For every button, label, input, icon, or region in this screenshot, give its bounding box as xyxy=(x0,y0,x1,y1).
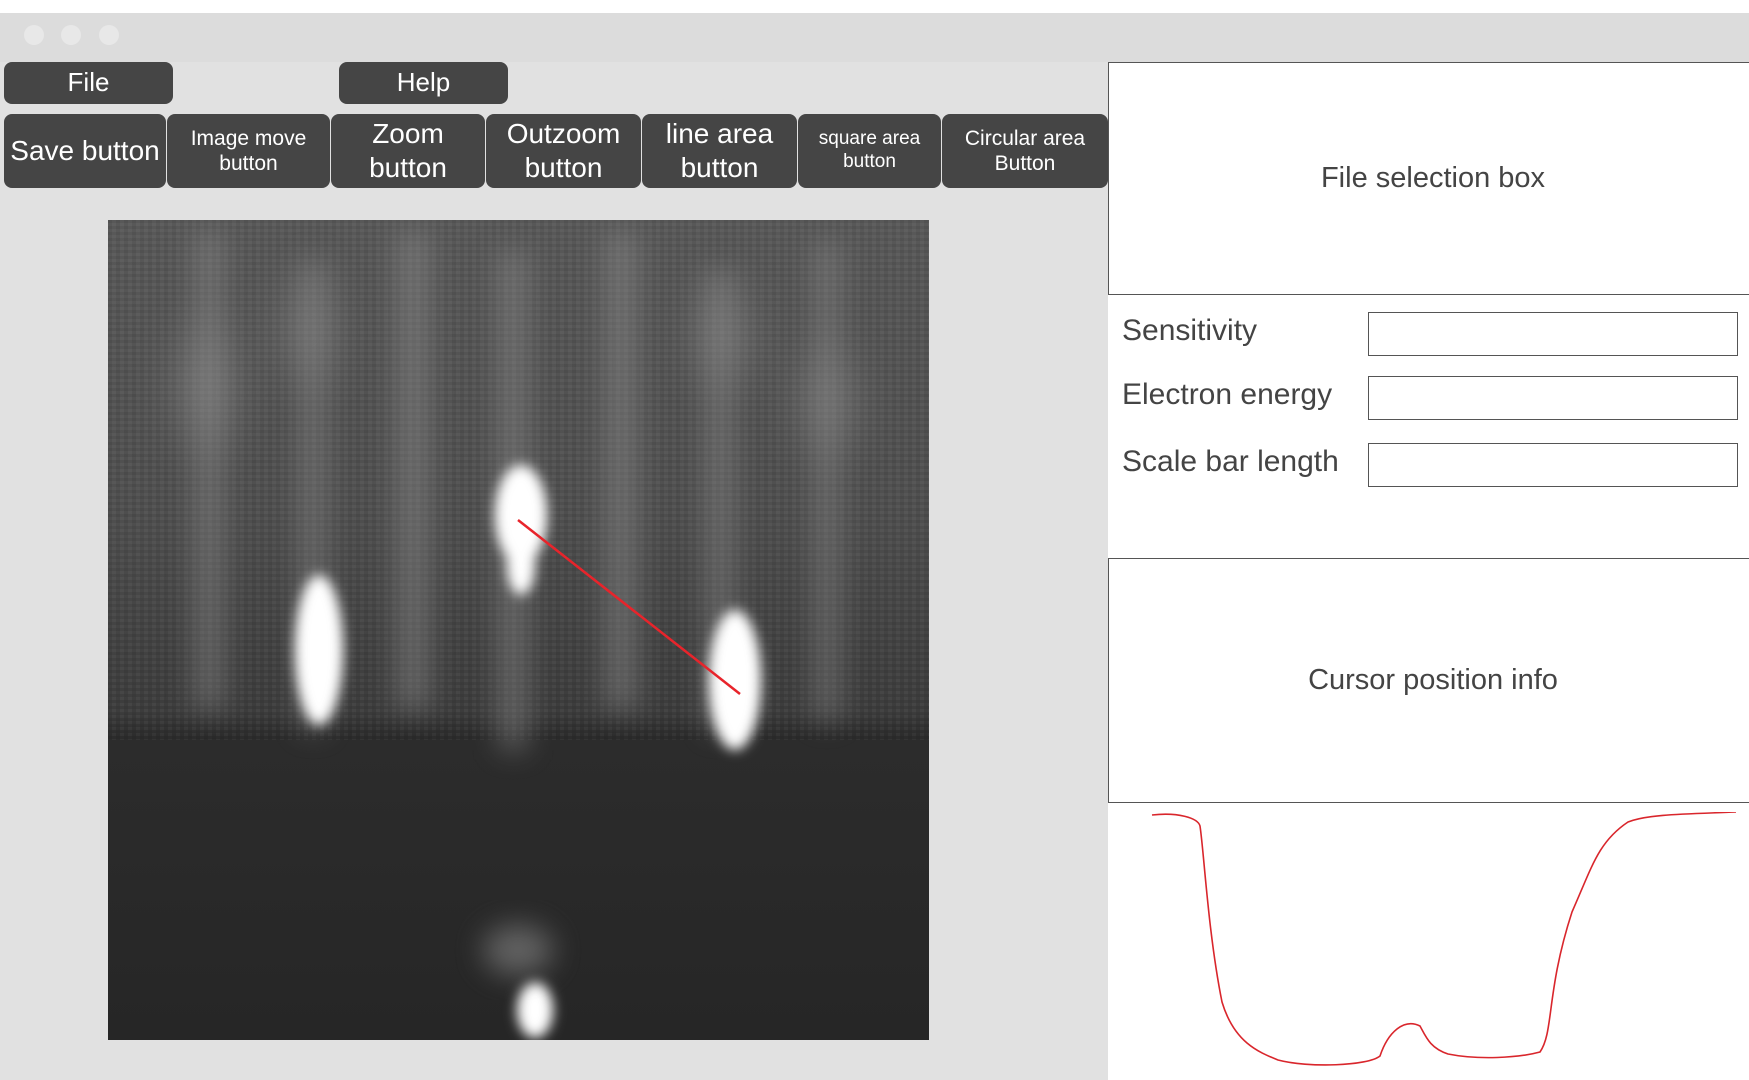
save-button[interactable]: Save button xyxy=(4,114,166,188)
file-selection-box[interactable]: File selection box xyxy=(1108,62,1749,295)
title-bar xyxy=(0,13,1749,62)
image-move-button[interactable]: Image move button xyxy=(167,114,330,188)
cursor-position-info-box: Cursor position info xyxy=(1108,558,1749,803)
file-menu-button[interactable]: File xyxy=(4,62,173,104)
window-close-dot-icon[interactable] xyxy=(24,25,44,45)
outzoom-button[interactable]: Outzoom button xyxy=(486,114,641,188)
sensitivity-label: Sensitivity xyxy=(1122,314,1258,347)
diffraction-image xyxy=(108,220,929,1040)
electron-energy-label: Electron energy xyxy=(1122,378,1333,411)
window-zoom-dot-icon[interactable] xyxy=(99,25,119,45)
file-selection-label: File selection box xyxy=(1320,162,1546,194)
help-menu-button[interactable]: Help xyxy=(339,62,508,104)
sensitivity-input[interactable] xyxy=(1368,312,1738,356)
cursor-position-info-label: Cursor position info xyxy=(1308,664,1558,696)
line-area-button[interactable]: line area button xyxy=(642,114,797,188)
line-profile-curve xyxy=(1151,812,1737,1066)
right-panel: File selection box Sensitivity Electron … xyxy=(1108,62,1749,1080)
scale-bar-length-input[interactable] xyxy=(1368,443,1738,487)
square-area-button[interactable]: square area button xyxy=(798,114,941,188)
electron-energy-input[interactable] xyxy=(1368,376,1738,420)
app-window: File Help Save button Image move button … xyxy=(0,13,1749,1080)
window-minimize-dot-icon[interactable] xyxy=(61,25,81,45)
circular-area-button[interactable]: Circular area Button xyxy=(942,114,1108,188)
line-profile-plot xyxy=(1151,812,1737,1066)
scale-bar-length-label: Scale bar length xyxy=(1122,445,1339,478)
diffraction-image-panel[interactable] xyxy=(108,220,929,1040)
zoom-button[interactable]: Zoom button xyxy=(331,114,485,188)
